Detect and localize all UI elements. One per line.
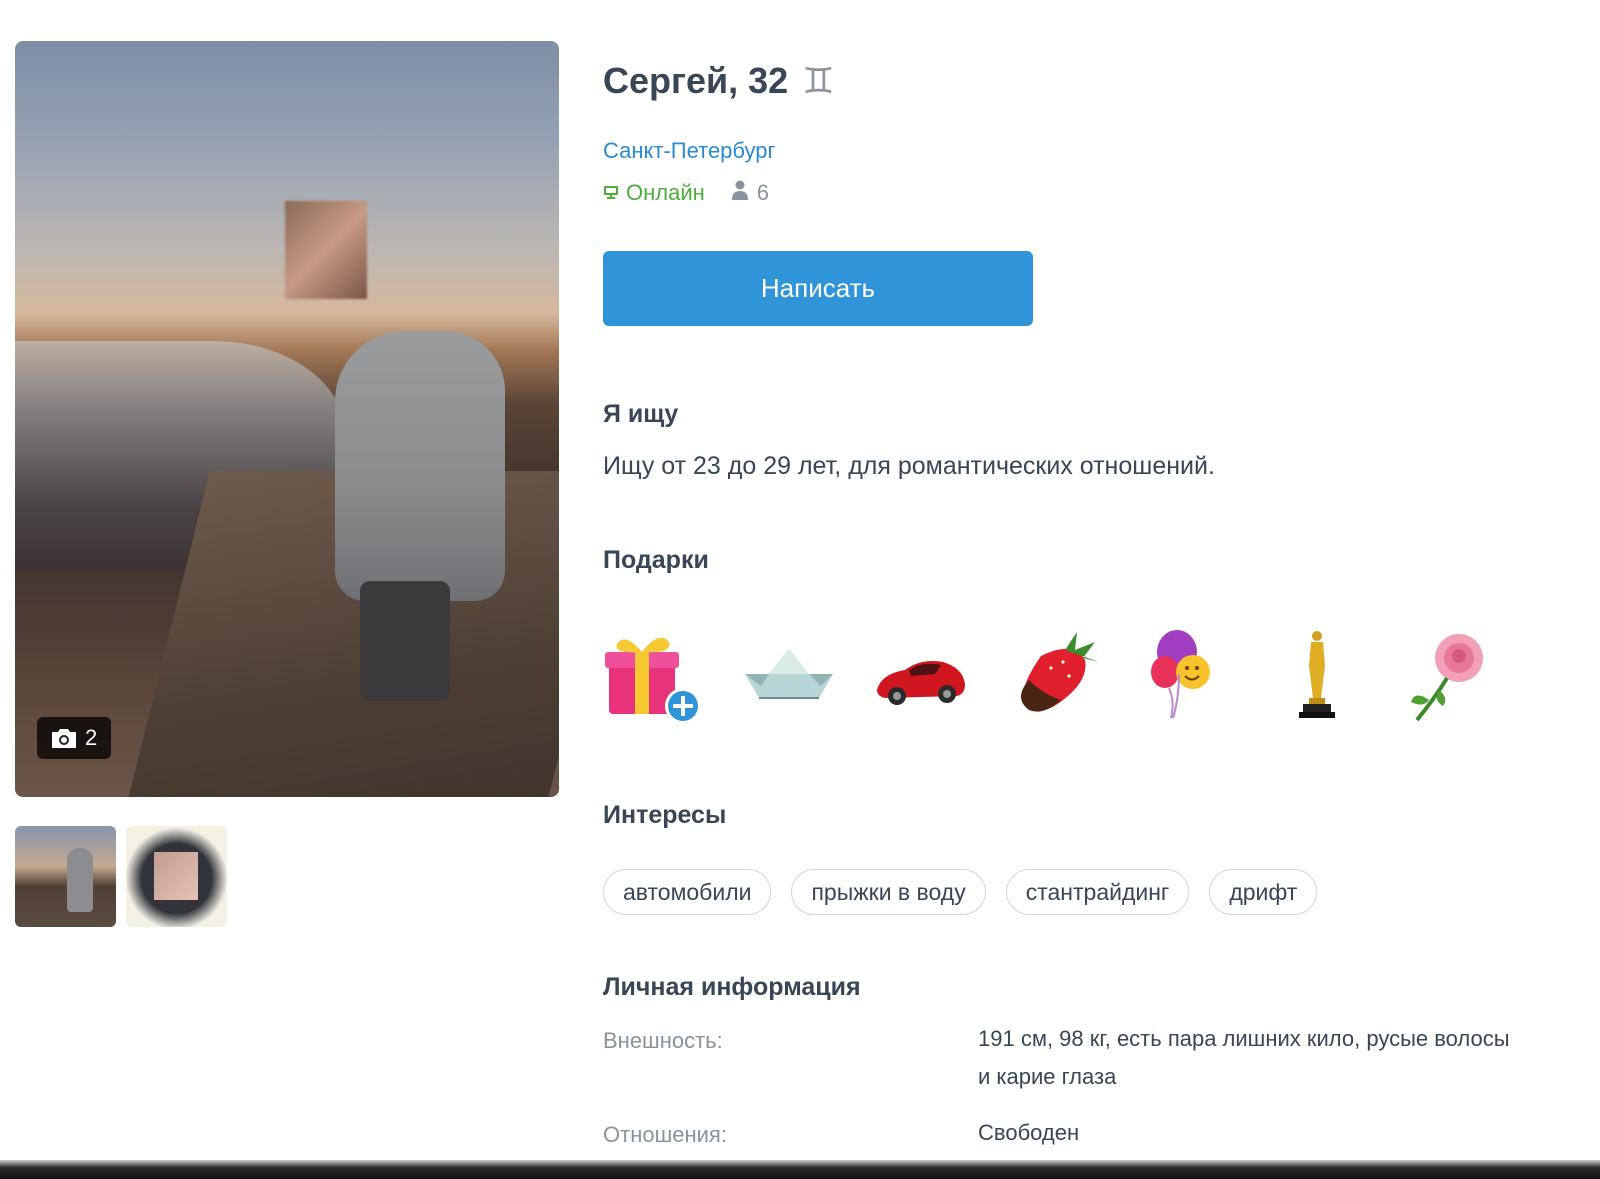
online-status: Онлайн <box>603 180 705 206</box>
person-icon <box>731 180 749 206</box>
camera-icon <box>51 727 77 749</box>
views-count: 6 <box>756 180 770 205</box>
write-message-button[interactable]: Написать <box>603 251 1033 326</box>
relationship-label: Отношения: <box>603 1122 727 1147</box>
interests-title: Интересы <box>603 801 727 829</box>
relationship-value: Свободен <box>978 1120 1080 1145</box>
views-counter: 6 <box>731 180 769 206</box>
appearance-value: 191 см, 98 кг, есть пара лишних кило, ру… <box>978 1026 1510 1089</box>
screen-bottom-edge <box>0 1160 1600 1179</box>
paper-boat-icon[interactable] <box>739 628 839 728</box>
monitor-icon <box>603 180 619 206</box>
interest-tag[interactable]: дрифт <box>1209 869 1318 915</box>
name-row: Сергей, 32 ♊ <box>603 60 834 102</box>
interest-tag[interactable]: стантрайдинг <box>1005 869 1190 915</box>
photo-count-badge[interactable]: 2 <box>37 717 112 759</box>
profile-page: 2 Сергей, 32 ♊ Санкт-Петербург Онлайн 6 … <box>0 0 1600 1179</box>
photo-count-value: 2 <box>85 725 98 750</box>
status-row: Онлайн 6 <box>603 180 769 206</box>
thumb-person <box>67 848 93 912</box>
seeking-text: Ищу от 23 до 29 лет, для романтических о… <box>603 452 1215 480</box>
gifts-title: Подарки <box>603 546 709 574</box>
profile-name-age: Сергей, 32 <box>603 60 789 101</box>
interest-tag[interactable]: автомобили <box>603 869 772 915</box>
blurred-face <box>285 201 367 299</box>
main-profile-photo[interactable]: 2 <box>15 41 559 797</box>
red-car-icon[interactable] <box>871 628 971 728</box>
appearance-label: Внешность: <box>603 1028 723 1053</box>
city-link[interactable]: Санкт-Петербург <box>603 138 776 164</box>
photo-person <box>335 331 505 601</box>
photo-thumbnail-2[interactable] <box>126 826 227 927</box>
gift-box-add-icon[interactable] <box>603 628 703 728</box>
gemini-zodiac-icon: ♊ <box>802 60 835 101</box>
oscar-statuette-icon[interactable] <box>1267 628 1367 728</box>
photo-thumbnail-1[interactable] <box>15 826 116 927</box>
personal-info-title: Личная информация <box>603 973 861 1001</box>
photo-person-legs <box>360 581 450 701</box>
interest-tag[interactable]: прыжки в воду <box>791 869 986 915</box>
blurred-face <box>154 852 198 900</box>
rose-icon[interactable] <box>1399 628 1499 728</box>
online-status-label: Онлайн <box>626 180 705 205</box>
chocolate-strawberry-icon[interactable] <box>1003 628 1103 728</box>
balloons-icon[interactable] <box>1135 628 1235 728</box>
interests-list: автомобили прыжки в воду стантрайдинг др… <box>603 869 1318 915</box>
seeking-title: Я ищу <box>603 400 679 428</box>
gifts-list <box>603 628 1503 738</box>
